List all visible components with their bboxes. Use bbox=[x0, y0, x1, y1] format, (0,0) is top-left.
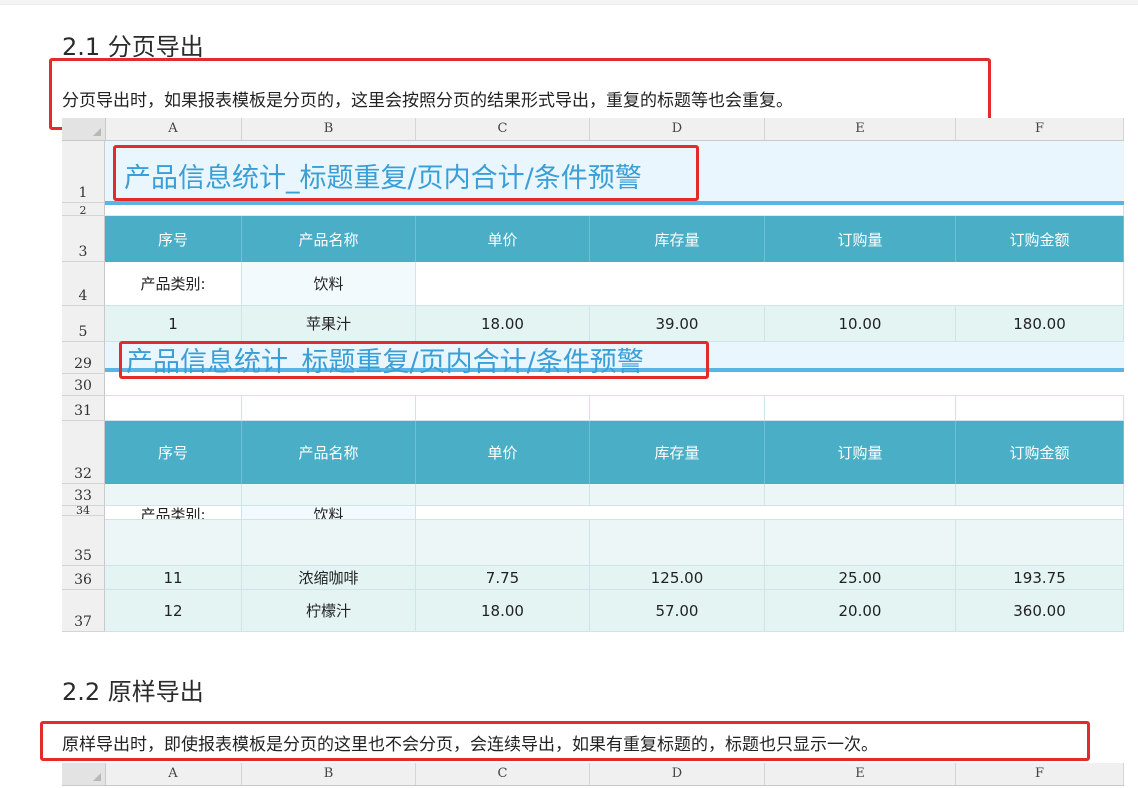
data-cell: 57.00 bbox=[590, 590, 765, 632]
empty-cell bbox=[590, 484, 765, 506]
header-cell-order-amount: 订购金额 bbox=[956, 216, 1124, 262]
data-cell: 18.00 bbox=[416, 590, 590, 632]
empty-cell bbox=[956, 520, 1124, 566]
data-cell: 7.75 bbox=[416, 566, 590, 590]
data-cell: 125.00 bbox=[590, 566, 765, 590]
row-header[interactable]: 33 bbox=[62, 484, 105, 506]
empty-cell bbox=[765, 520, 956, 566]
header-cell-index: 序号 bbox=[105, 421, 242, 484]
column-header-e[interactable]: E bbox=[765, 763, 956, 785]
data-cell: 1 bbox=[105, 306, 242, 342]
row-header[interactable]: 29 bbox=[62, 342, 105, 374]
top-divider bbox=[0, 0, 1138, 5]
row-header[interactable]: 30 bbox=[62, 374, 105, 396]
data-cell: 柠檬汁 bbox=[242, 590, 416, 632]
header-cell-order-qty: 订购量 bbox=[765, 216, 956, 262]
empty-cell bbox=[105, 396, 242, 421]
data-cell: 39.00 bbox=[590, 306, 765, 342]
row-header[interactable]: 2 bbox=[62, 203, 105, 217]
select-all-corner[interactable] bbox=[62, 763, 106, 785]
row-header[interactable]: 32 bbox=[62, 421, 105, 484]
row-header[interactable]: 3 bbox=[62, 216, 105, 262]
header-cell-unit-price: 单价 bbox=[416, 421, 590, 484]
row-header[interactable]: 5 bbox=[62, 306, 105, 342]
column-header-d[interactable]: D bbox=[590, 763, 765, 785]
description-highlight-box bbox=[40, 721, 1090, 761]
select-all-corner[interactable] bbox=[62, 118, 106, 140]
column-header-d[interactable]: D bbox=[590, 118, 765, 140]
header-cell-index: 序号 bbox=[105, 216, 242, 262]
empty-cell bbox=[242, 484, 416, 506]
header-cell-unit-price: 单价 bbox=[416, 216, 590, 262]
data-cell: 20.00 bbox=[765, 590, 956, 632]
header-cell-order-amount: 订购金额 bbox=[956, 421, 1124, 484]
section-heading-original-export: 2.2 原样导出 bbox=[62, 678, 204, 706]
header-cell-product-name: 产品名称 bbox=[242, 216, 416, 262]
column-header-c[interactable]: C bbox=[416, 118, 590, 140]
spreadsheet-preview-original: A B C D E F bbox=[62, 763, 1124, 788]
column-header-a[interactable]: A bbox=[105, 118, 242, 140]
repeated-title-highlight-box bbox=[119, 341, 709, 379]
data-cell: 180.00 bbox=[956, 306, 1124, 342]
data-cell: 12 bbox=[105, 590, 242, 632]
empty-cell bbox=[416, 520, 590, 566]
row-header[interactable]: 31 bbox=[62, 396, 105, 421]
row-header[interactable]: 4 bbox=[62, 262, 105, 306]
column-header-f[interactable]: F bbox=[956, 763, 1124, 785]
category-label-cell: 产品类别: bbox=[105, 262, 242, 306]
empty-cell bbox=[765, 396, 956, 421]
header-cell-product-name: 产品名称 bbox=[242, 421, 416, 484]
data-cell: 18.00 bbox=[416, 306, 590, 342]
empty-cell bbox=[956, 396, 1124, 421]
column-header-bar: A B C D E F bbox=[62, 118, 1124, 141]
title-highlight-box bbox=[113, 145, 699, 201]
empty-cell bbox=[590, 396, 765, 421]
empty-cell bbox=[956, 484, 1124, 506]
column-header-bar: A B C D E F bbox=[62, 763, 1124, 786]
column-header-f[interactable]: F bbox=[956, 118, 1124, 140]
empty-cell bbox=[590, 520, 765, 566]
category-value-cell: 饮料 bbox=[242, 262, 416, 306]
empty-cell bbox=[242, 520, 416, 566]
data-cell: 浓缩咖啡 bbox=[242, 566, 416, 590]
header-cell-order-qty: 订购量 bbox=[765, 421, 956, 484]
empty-cell bbox=[765, 484, 956, 506]
category-empty-cell bbox=[416, 262, 1124, 306]
data-cell: 25.00 bbox=[765, 566, 956, 590]
category-value-cell: 饮料 bbox=[242, 506, 416, 520]
data-cell: 苹果汁 bbox=[242, 306, 416, 342]
data-cell: 360.00 bbox=[956, 590, 1124, 632]
column-header-c[interactable]: C bbox=[416, 763, 590, 785]
data-cell: 10.00 bbox=[765, 306, 956, 342]
section-heading-paged-export: 2.1 分页导出 bbox=[62, 33, 204, 61]
spacer-row bbox=[105, 205, 1124, 216]
data-cell: 11 bbox=[105, 566, 242, 590]
empty-cell bbox=[416, 396, 590, 421]
empty-cell bbox=[416, 484, 590, 506]
column-header-b[interactable]: B bbox=[242, 118, 416, 140]
row-header[interactable]: 34 bbox=[62, 504, 105, 517]
column-header-b[interactable]: B bbox=[242, 763, 416, 785]
category-label-cell: 产品类别: bbox=[105, 506, 242, 520]
empty-cell bbox=[105, 484, 242, 506]
row-header[interactable]: 1 bbox=[62, 141, 105, 203]
row-header[interactable]: 36 bbox=[62, 566, 105, 590]
column-header-a[interactable]: A bbox=[105, 763, 242, 785]
empty-cell bbox=[242, 396, 416, 421]
row-header[interactable]: 35 bbox=[62, 516, 105, 566]
data-cell: 193.75 bbox=[956, 566, 1124, 590]
header-cell-stock: 库存量 bbox=[590, 216, 765, 262]
column-header-e[interactable]: E bbox=[765, 118, 956, 140]
category-empty-cell bbox=[416, 506, 1124, 520]
header-cell-stock: 库存量 bbox=[590, 421, 765, 484]
row-header[interactable]: 37 bbox=[62, 590, 105, 632]
empty-cell bbox=[105, 520, 242, 566]
